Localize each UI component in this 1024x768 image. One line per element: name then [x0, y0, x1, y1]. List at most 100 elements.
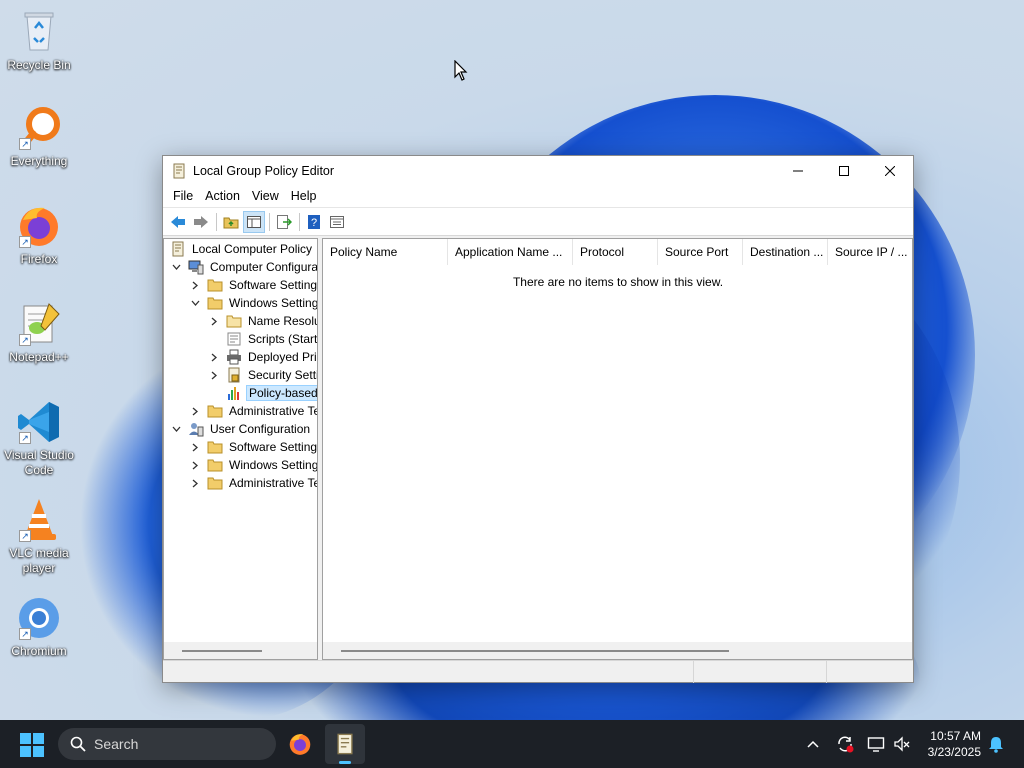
- taskbar: Search 10:57 AM 3/23/2025: [0, 720, 1024, 768]
- tree-item-user-windows-settings[interactable]: Windows Setting: [189, 456, 317, 474]
- firefox-icon: [289, 734, 311, 755]
- chevron-right-icon[interactable]: [189, 402, 201, 420]
- column-header-application-name[interactable]: Application Name ...: [448, 239, 573, 265]
- desktop-icon-firefox[interactable]: ↗ Firefox: [0, 202, 78, 267]
- status-cell: [694, 661, 827, 683]
- column-header-source-ip[interactable]: Source IP / ...: [828, 239, 912, 265]
- tree-item-label: Security Settir: [248, 368, 318, 382]
- active-app-indicator: [339, 761, 351, 764]
- start-button[interactable]: [20, 733, 44, 757]
- taskbar-search-box[interactable]: Search: [58, 728, 276, 760]
- tray-sync-button[interactable]: [833, 720, 857, 768]
- security-icon: [228, 367, 240, 383]
- list-horizontal-scrollbar[interactable]: [323, 642, 912, 659]
- export-list-icon: [277, 214, 292, 229]
- taskbar-firefox[interactable]: [280, 724, 320, 764]
- scrollbar-thumb[interactable]: [341, 650, 729, 652]
- policy-doc-icon: [172, 241, 184, 257]
- menu-file[interactable]: File: [167, 189, 199, 203]
- help-button[interactable]: ?: [303, 211, 325, 233]
- back-icon: [171, 215, 185, 228]
- group-policy-editor-icon: [337, 733, 353, 755]
- desktop-icon-notepad-plus-plus[interactable]: ↗ Notepad++: [0, 300, 78, 365]
- desktop-icon-vlc[interactable]: ↗ VLC media player: [0, 496, 78, 576]
- maximize-icon: [839, 165, 849, 176]
- column-header-policy-name[interactable]: Policy Name: [323, 239, 448, 265]
- chevron-up-icon: [807, 740, 819, 748]
- up-one-level-button[interactable]: [220, 211, 242, 233]
- tree-item-administrative-templates[interactable]: Administrative Te: [189, 402, 317, 420]
- tray-display-button[interactable]: [864, 720, 888, 768]
- column-header-destination[interactable]: Destination ...: [743, 239, 828, 265]
- maximize-button[interactable]: [821, 156, 867, 185]
- tree-item-label: Scripts (Startu: [248, 332, 318, 346]
- status-cell: [827, 661, 913, 683]
- tree-item-user-administrative-templates[interactable]: Administrative Te: [189, 474, 318, 492]
- desktop-icon-recycle-bin[interactable]: Recycle Bin: [0, 8, 78, 73]
- tree-item-label: Software Settings: [229, 440, 318, 454]
- tree-item-policy-based-qos[interactable]: Policy-based: [226, 384, 317, 402]
- tree-item-label: Administrative Te: [229, 476, 318, 490]
- gpedit-window: Local Group Policy Editor File Action Vi…: [162, 155, 914, 683]
- chevron-down-icon[interactable]: [189, 294, 201, 312]
- scrollbar-thumb[interactable]: [182, 650, 262, 652]
- notifications-button[interactable]: [984, 720, 1008, 768]
- windows-logo-icon: [20, 746, 31, 757]
- tree-item-deployed-printers[interactable]: Deployed Prir: [208, 348, 317, 366]
- folder-icon: [226, 315, 242, 328]
- chevron-right-icon[interactable]: [189, 456, 201, 474]
- forward-button[interactable]: [190, 211, 212, 233]
- tree-horizontal-scrollbar[interactable]: [164, 642, 317, 659]
- show-hidden-icons-button[interactable]: [802, 720, 824, 768]
- desktop-icon-label: Visual Studio Code: [4, 448, 74, 477]
- panes: Local Computer Policy Computer Configura…: [163, 238, 913, 660]
- desktop-icon-everything[interactable]: ↗ Everything: [0, 104, 78, 169]
- export-list-button[interactable]: [273, 211, 295, 233]
- tree-item-software-settings[interactable]: Software Settings: [189, 276, 317, 294]
- tree-item-local-computer-policy[interactable]: Local Computer Policy: [170, 240, 314, 258]
- results-list[interactable]: Policy Name Application Name ... Protoco…: [322, 238, 913, 660]
- tray-volume-button[interactable]: [890, 720, 914, 768]
- show-hide-console-tree-button[interactable]: [243, 210, 265, 233]
- tree-item-security-settings[interactable]: Security Settir: [208, 366, 318, 384]
- menu-help[interactable]: Help: [285, 189, 323, 203]
- search-icon: [70, 736, 86, 752]
- taskbar-group-policy-editor[interactable]: [325, 724, 365, 764]
- chevron-right-icon[interactable]: [208, 348, 220, 366]
- column-header-source-port[interactable]: Source Port: [658, 239, 743, 265]
- menu-action[interactable]: Action: [199, 189, 246, 203]
- chevron-right-icon[interactable]: [189, 438, 201, 456]
- chevron-right-icon[interactable]: [208, 366, 220, 384]
- taskbar-clock[interactable]: 10:57 AM 3/23/2025: [928, 728, 981, 760]
- toolbar-separator: [269, 212, 270, 231]
- tree-item-scripts[interactable]: Scripts (Startu: [226, 330, 318, 348]
- desktop-icon-vscode[interactable]: ↗ Visual Studio Code: [0, 398, 78, 478]
- console-tree[interactable]: Local Computer Policy Computer Configura…: [163, 238, 318, 660]
- title-bar[interactable]: Local Group Policy Editor: [163, 156, 913, 185]
- tree-item-computer-configuration[interactable]: Computer Configura: [170, 258, 317, 276]
- back-button[interactable]: [167, 211, 189, 233]
- windows-logo-icon: [20, 733, 31, 744]
- tree-item-windows-settings[interactable]: Windows Setting: [189, 294, 317, 312]
- chevron-down-icon[interactable]: [170, 258, 182, 276]
- display-icon: [867, 737, 885, 752]
- forward-icon: [194, 215, 208, 228]
- clock-time: 10:57 AM: [930, 729, 981, 743]
- gpedit-app-icon: [171, 163, 187, 179]
- minimize-button[interactable]: [775, 156, 821, 185]
- chevron-right-icon[interactable]: [189, 474, 201, 492]
- chevron-right-icon[interactable]: [208, 312, 220, 330]
- desktop-icon-chromium[interactable]: ↗ Chromium: [0, 594, 78, 659]
- tree-item-name-resolution-policy[interactable]: Name Resolu: [208, 312, 317, 330]
- folder-icon: [207, 405, 223, 418]
- column-header-protocol[interactable]: Protocol: [573, 239, 658, 265]
- chevron-down-icon[interactable]: [170, 420, 182, 438]
- close-button[interactable]: [867, 156, 913, 185]
- desktop-icon-label: Notepad++: [9, 350, 69, 364]
- properties-button[interactable]: [326, 211, 348, 233]
- menu-view[interactable]: View: [246, 189, 285, 203]
- tree-item-user-configuration[interactable]: User Configuration: [170, 420, 312, 438]
- chevron-right-icon[interactable]: [189, 276, 201, 294]
- chromium-icon: ↗: [15, 594, 63, 642]
- tree-item-user-software-settings[interactable]: Software Settings: [189, 438, 318, 456]
